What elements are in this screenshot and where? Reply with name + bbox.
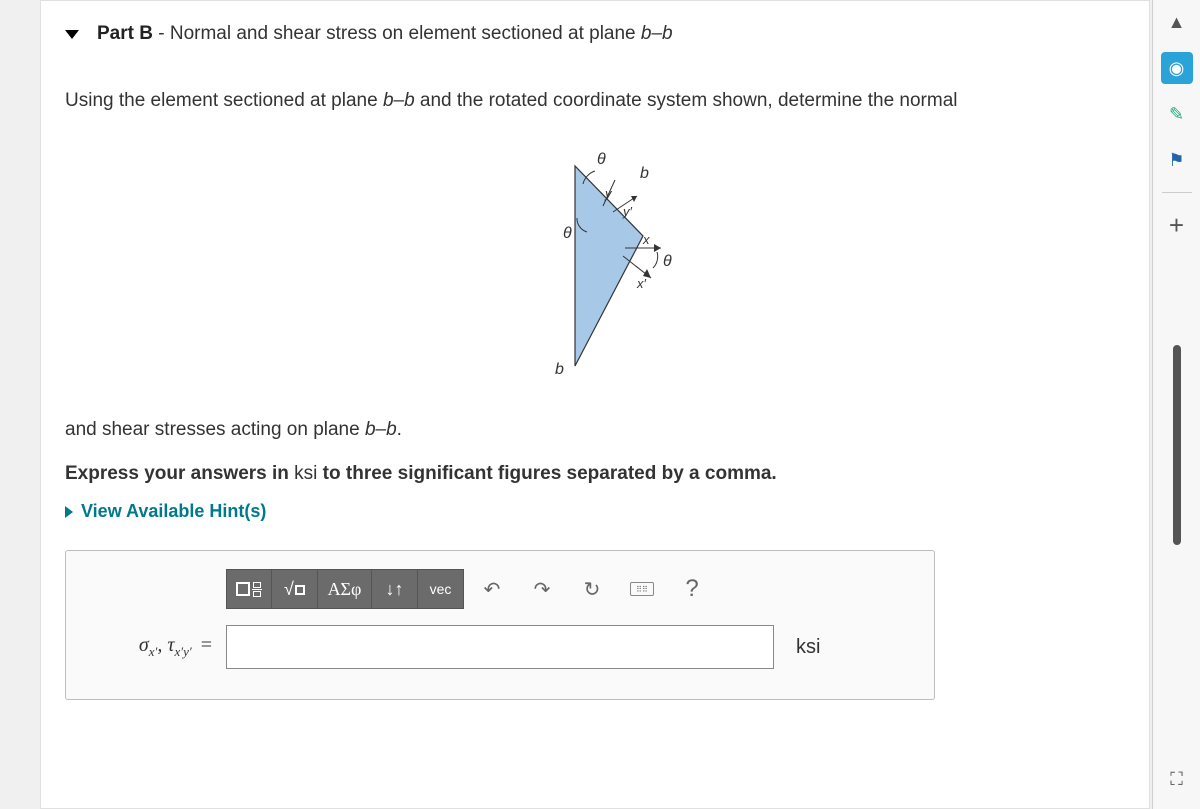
sqrt-button[interactable]: √ <box>272 569 318 609</box>
answer-variable-label: σx′, τx′y′ = <box>86 634 216 660</box>
flag-icon[interactable]: ⚑ <box>1161 144 1193 176</box>
answer-input[interactable] <box>226 625 774 669</box>
rail-divider <box>1162 192 1192 193</box>
equation-toolbar: √ ΑΣφ ↓↑ vec ↶ ↷ ↻ ⠿⠿ ? <box>226 569 914 609</box>
diagram-label-theta-top: θ <box>597 151 606 168</box>
scrollbar-thumb[interactable] <box>1173 345 1181 545</box>
diagram-label-yprime: y′ <box>622 204 633 219</box>
part-header: Part B - Normal and shear stress on elem… <box>65 23 1125 45</box>
part-title: Part B - Normal and shear stress on elem… <box>97 23 673 45</box>
chevron-right-icon <box>65 506 73 518</box>
part-label: Part B <box>97 23 153 44</box>
undo-button[interactable]: ↶ <box>470 569 514 609</box>
part-title-text: Normal and shear stress on element secti… <box>170 23 641 44</box>
answer-row: σx′, τx′y′ = ksi <box>86 625 914 669</box>
keyboard-button[interactable]: ⠿⠿ <box>620 569 664 609</box>
side-rail: ▲ ◉ ✎ ⚑ + ⛶ <box>1152 0 1200 809</box>
redo-button[interactable]: ↷ <box>520 569 564 609</box>
help-button[interactable]: ? <box>670 569 714 609</box>
collapse-chevron-icon[interactable] <box>65 30 79 39</box>
answer-panel: √ ΑΣφ ↓↑ vec ↶ ↷ ↻ ⠿⠿ ? σx′, τx′y′ = <box>65 550 935 700</box>
part-title-plane: b–b <box>641 23 673 44</box>
question-text-1: Using the element sectioned at plane b–b… <box>65 87 1125 116</box>
view-hints-toggle[interactable]: View Available Hint(s) <box>65 501 1125 522</box>
answer-unit: ksi <box>796 636 820 659</box>
question-panel: Part B - Normal and shear stress on elem… <box>40 0 1150 809</box>
templates-button[interactable] <box>226 569 272 609</box>
fullscreen-icon[interactable]: ⛶ <box>1161 763 1193 795</box>
greek-button[interactable]: ΑΣφ <box>318 569 372 609</box>
question-text-2: and shear stresses acting on plane b–b. <box>65 416 1125 445</box>
diagram: b b θ y y′ θ x x′ θ <box>65 126 1125 406</box>
diagram-label-x: x <box>642 232 650 247</box>
plus-icon[interactable]: + <box>1161 209 1193 241</box>
vec-button[interactable]: vec <box>418 569 464 609</box>
diagram-label-b-top: b <box>640 165 649 182</box>
camera-icon[interactable]: ◉ <box>1161 52 1193 84</box>
diagram-label-theta-left: θ <box>563 225 572 242</box>
paint-icon[interactable]: ✎ <box>1161 98 1193 130</box>
view-hints-label: View Available Hint(s) <box>81 501 266 522</box>
diagram-label-b-bottom: b <box>555 361 564 378</box>
diagram-label-xprime: x′ <box>636 276 647 291</box>
subsup-button[interactable]: ↓↑ <box>372 569 418 609</box>
diagram-label-theta-right: θ <box>663 253 672 270</box>
scroll-up-icon[interactable]: ▲ <box>1161 6 1193 38</box>
diagram-svg: b b θ y y′ θ x x′ θ <box>465 136 725 396</box>
reset-button[interactable]: ↻ <box>570 569 614 609</box>
answer-instruction: Express your answers in ksi to three sig… <box>65 463 1125 485</box>
